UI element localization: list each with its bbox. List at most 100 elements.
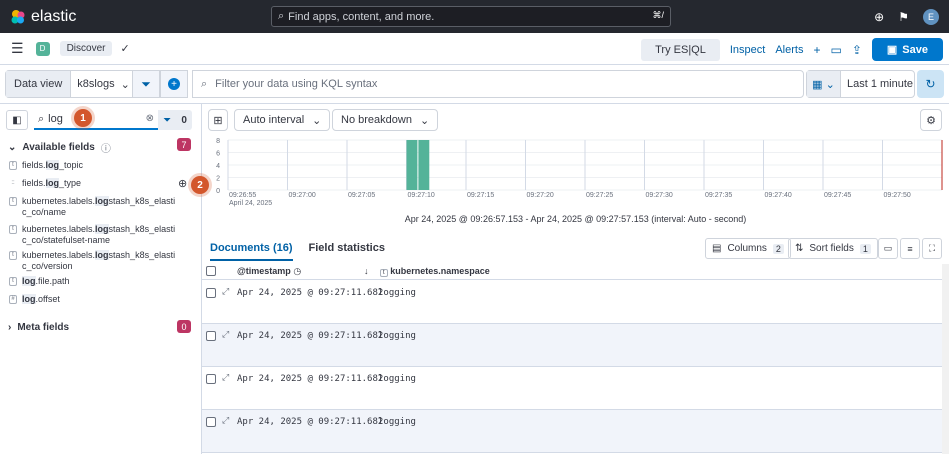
col-timestamp-label: @timestamp (237, 266, 291, 276)
clear-icon[interactable]: ⊗ (146, 113, 154, 124)
field-item[interactable]: # log.offset (9, 294, 179, 305)
row-checkbox[interactable] (206, 331, 216, 341)
select-all-checkbox[interactable] (206, 266, 216, 276)
user-avatar[interactable]: E (923, 8, 939, 25)
sort-arrow-icon[interactable]: ↓ (364, 266, 369, 276)
cell-timestamp: Apr 24, 2025 @ 09:27:11.682 (237, 374, 384, 384)
text-type-icon: t (9, 277, 17, 286)
field-item[interactable]: :: fields.log_type (9, 178, 179, 189)
text-type-icon: t (380, 269, 388, 277)
fullscreen-icon: ⛶ (928, 243, 936, 253)
tab-field-statistics[interactable]: Field statistics (309, 242, 385, 261)
table-row[interactable]: ⤢ Apr 24, 2025 @ 09:27:11.682 logging (202, 410, 942, 453)
search-shortcut: ⌘/ (652, 10, 664, 20)
table-row[interactable]: ⤢ Apr 24, 2025 @ 09:27:11.682 logging (202, 281, 942, 324)
calendar-icon[interactable]: ▦ ⌄ (807, 71, 841, 97)
table-scrollbar[interactable] (942, 264, 949, 454)
chart-options-button[interactable]: ⊞ (208, 109, 228, 131)
save-button[interactable]: ▣ Save (871, 38, 943, 61)
refresh-button[interactable]: ↻ (917, 70, 944, 98)
sort-fields-button[interactable]: ⇅ Sort fields 1 (788, 238, 878, 259)
interval-select[interactable]: Auto interval ⌄ (234, 109, 331, 131)
columns-button[interactable]: ▤ Columns 2 (705, 238, 791, 259)
columns-icon: ▤ (712, 243, 722, 254)
breakdown-label: No breakdown (341, 114, 412, 126)
alerts-link[interactable]: Alerts (775, 44, 803, 56)
cell-timestamp: Apr 24, 2025 @ 09:27:11.682 (237, 288, 384, 298)
histogram-bar (406, 140, 418, 190)
x-date-label: April 24, 2025 (229, 200, 272, 207)
help-icon[interactable]: ⊕ (874, 10, 884, 24)
cell-namespace: logging (378, 331, 416, 341)
field-name-highlight: log (95, 250, 109, 260)
add-field-icon[interactable]: ⊕ (178, 177, 187, 190)
row-checkbox[interactable] (206, 374, 216, 384)
field-item[interactable]: t kubernetes.labels.logstash_k8s_elastic_… (9, 250, 179, 272)
expand-icon[interactable]: ⤢ (222, 373, 229, 383)
plus-circle-icon: + (168, 78, 180, 90)
table-row[interactable]: ⤢ Apr 24, 2025 @ 09:27:11.682 logging (202, 367, 942, 410)
fullscreen-button[interactable]: ⛶ (922, 238, 942, 259)
data-view-picker[interactable]: Data view k8slogs ⌄ (5, 70, 137, 98)
field-sidebar: ◧ ⌕ log ⊗ ⏷ 0 1 ⌄ Available fields ⓘ 7 t fie… (0, 104, 209, 454)
x-tick-label: 09:26:55 (229, 192, 256, 199)
field-name-pre: kubernetes.labels. (22, 224, 96, 234)
filter-menu-button[interactable]: ⏷ (132, 70, 160, 98)
row-height-button[interactable]: ▭ (878, 238, 898, 259)
expand-icon[interactable]: ⤢ (222, 416, 229, 426)
table-header: @timestamp ◷ ↓ t kubernetes.namespace (202, 262, 942, 280)
row-checkbox[interactable] (206, 288, 216, 298)
chevron-down-icon: ⌄ (8, 142, 17, 153)
field-name-post: .offset (35, 294, 60, 304)
x-tick-label: 09:27:40 (765, 192, 792, 199)
field-item[interactable]: t kubernetes.labels.logstash_k8s_elastic_… (9, 224, 179, 246)
menu-icon[interactable]: ☰ (11, 40, 24, 57)
field-name-highlight: log (95, 224, 109, 234)
time-range[interactable]: Last 1 minute (841, 78, 913, 90)
field-search-input[interactable]: ⌕ log ⊗ (34, 110, 158, 130)
tab-documents[interactable]: Documents (16) (210, 242, 293, 261)
date-picker[interactable]: ▦ ⌄ Last 1 minute (806, 70, 915, 98)
field-filter-button[interactable]: ⏷ 0 (158, 110, 192, 130)
breakdown-select[interactable]: No breakdown ⌄ (332, 109, 439, 131)
expand-icon[interactable]: ⤢ (222, 287, 229, 297)
col-header-timestamp[interactable]: @timestamp ◷ (237, 266, 301, 277)
chevron-down-icon: ⌄ (120, 78, 130, 91)
share-icon[interactable]: ⇪ (852, 43, 862, 57)
chart-settings-button[interactable]: ⚙ (920, 109, 942, 131)
refresh-icon: ↻ (925, 77, 936, 91)
sidebar-toggle-button[interactable]: ◧ (6, 110, 28, 130)
folder-icon[interactable]: ▭ (830, 43, 841, 57)
elastic-logo[interactable]: elastic (10, 8, 76, 26)
col-header-namespace[interactable]: t kubernetes.namespace (380, 266, 490, 277)
number-type-icon: # (9, 295, 17, 304)
plus-icon[interactable]: + (813, 43, 820, 57)
available-fields-count: 7 (177, 138, 191, 151)
y-tick-label: 0 (216, 188, 220, 195)
field-name-pre: fields. (22, 178, 46, 188)
available-fields-header[interactable]: ⌄ Available fields ⓘ (8, 140, 111, 155)
save-icon: ▣ (886, 44, 898, 56)
field-item[interactable]: t fields.log_topic (9, 160, 179, 171)
row-checkbox[interactable] (206, 417, 216, 427)
cell-namespace: logging (378, 288, 416, 298)
inspect-link[interactable]: Inspect (730, 44, 765, 56)
meta-fields-header[interactable]: › Meta fields (8, 322, 69, 333)
table-row[interactable]: ⤢ Apr 24, 2025 @ 09:27:11.682 logging (202, 324, 942, 367)
kql-search-input[interactable]: ⌕ Filter your data using KQL syntax (192, 70, 804, 98)
add-filter-button[interactable]: + (160, 70, 188, 98)
breadcrumb-discover[interactable]: Discover (59, 41, 113, 56)
field-item[interactable]: t log.file.path (9, 276, 179, 287)
display-settings-button[interactable]: ≡ (900, 238, 920, 259)
query-bar: Data view k8slogs ⌄ ⏷ + ⌕ Filter your dat… (0, 65, 949, 104)
field-name-highlight: log (22, 294, 36, 304)
news-icon[interactable]: ⚑ (898, 10, 909, 24)
field-item[interactable]: t kubernetes.labels.logstash_k8s_elastic_… (9, 196, 179, 218)
expand-icon[interactable]: ⤢ (222, 330, 229, 340)
drag-handle-icon[interactable]: :: (9, 179, 17, 188)
global-search-input[interactable]: ⌕ Find apps, content, and more. ⌘/ (271, 6, 671, 27)
histogram-chart[interactable]: 8 6 4 2 0 09:26:55 09:27:00 09:27:05 09:27:10 09:… (212, 138, 944, 218)
data-view-label: Data view (6, 71, 72, 97)
try-esql-button[interactable]: Try ES|QL (641, 38, 720, 61)
step-marker-1: 1 (74, 109, 92, 127)
